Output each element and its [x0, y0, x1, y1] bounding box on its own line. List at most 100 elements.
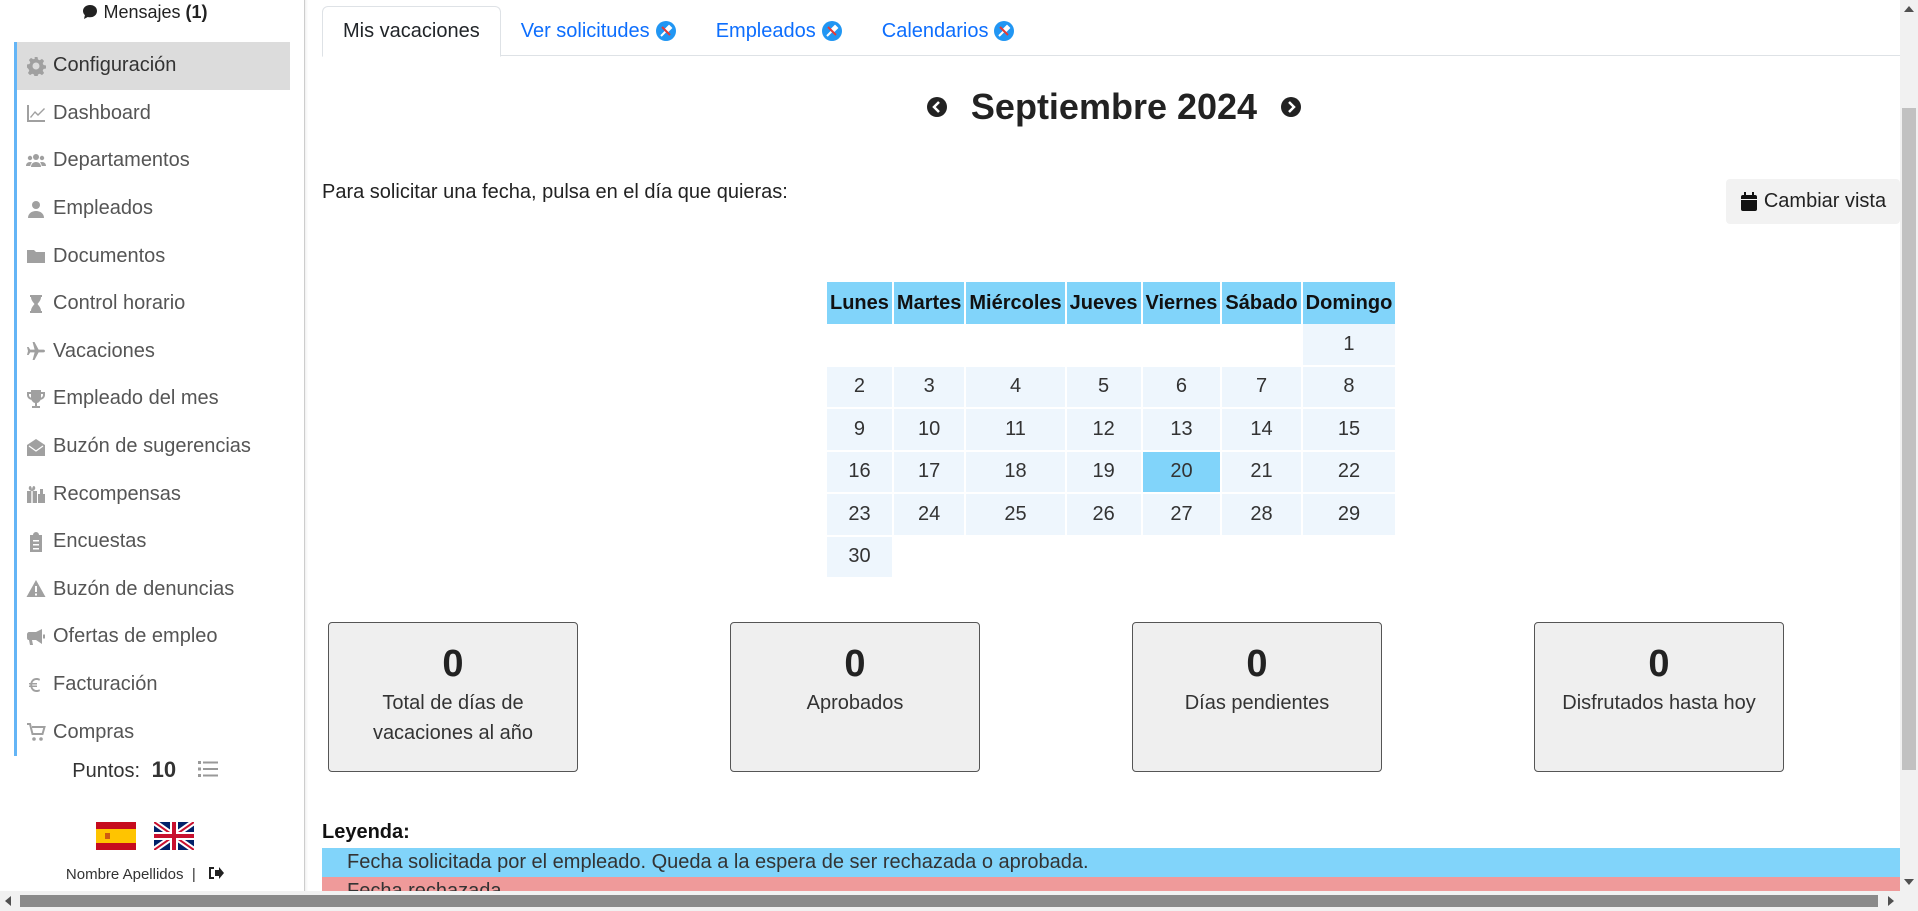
sidebar-item-vacaciones[interactable]: Vacaciones [17, 328, 290, 376]
calendar-day[interactable]: 3 [893, 366, 965, 409]
next-month-icon[interactable] [1281, 97, 1302, 117]
megaphone-icon [25, 626, 47, 648]
sidebar-item-recompensas[interactable]: Recompensas [17, 470, 290, 518]
calendar-day[interactable]: 25 [966, 494, 1065, 537]
calendar-day[interactable]: 10 [893, 409, 965, 452]
sidebar-item-encuestas[interactable]: Encuestas [17, 518, 290, 566]
horizontal-scrollbar[interactable] [0, 891, 1918, 911]
trophy-icon [25, 388, 47, 410]
warning-icon [25, 578, 47, 600]
calendar-day[interactable]: 9 [827, 409, 892, 452]
sidebar-item-empleado-del-mes[interactable]: Empleado del mes [17, 375, 290, 423]
calendar-day[interactable]: 27 [1142, 494, 1221, 537]
change-view-label: Cambiar vista [1763, 190, 1887, 212]
calendar-week-row: 1 [827, 324, 1396, 367]
tab-label: Calendarios [881, 19, 989, 42]
logout-icon[interactable] [208, 866, 225, 880]
list-icon[interactable] [197, 760, 218, 784]
sidebar: Mensajes (1) Configuración Dashboard Depar… [0, 0, 308, 891]
calendar-day[interactable]: 17 [893, 451, 965, 494]
sidebar-item-label: Ofertas de empleo [53, 625, 218, 648]
user-name[interactable]: Nombre Apellidos [66, 866, 184, 883]
calendar-day[interactable]: 14 [1222, 409, 1301, 452]
admin-tools-icon [655, 21, 676, 41]
sidebar-item-empleados[interactable]: Empleados [17, 185, 290, 233]
calendar-day[interactable]: 30 [827, 536, 892, 579]
scroll-up-arrow[interactable] [1904, 6, 1914, 12]
tab-empleados[interactable]: Empleados [696, 6, 862, 56]
messages-label: Mensajes [103, 2, 181, 22]
sidebar-item-ofertas-de-empleo[interactable]: Ofertas de empleo [17, 613, 290, 661]
admin-tools-icon [994, 21, 1015, 41]
sidebar-item-documentos[interactable]: Documentos [17, 232, 290, 280]
scroll-right-arrow[interactable] [1888, 896, 1894, 906]
calendar-day[interactable]: 24 [893, 494, 965, 537]
sidebar-item-dashboard[interactable]: Dashboard [17, 90, 290, 138]
messages-link[interactable]: Mensajes (1) [0, 0, 290, 24]
plane-icon [25, 340, 47, 362]
calendar-empty-cell [1222, 537, 1301, 579]
sidebar-item-compras[interactable]: Compras [17, 708, 290, 756]
calendar-day[interactable]: 28 [1222, 494, 1301, 537]
calendar-empty-cell [893, 537, 965, 579]
calendar-day[interactable]: 11 [966, 409, 1065, 452]
calendar-day[interactable]: 16 [827, 451, 892, 494]
sidebar-item-buzón-de-denuncias[interactable]: Buzón de denuncias [17, 566, 290, 614]
calendar-day[interactable]: 26 [1066, 494, 1141, 537]
change-view-button[interactable]: Cambiar vista [1726, 179, 1900, 224]
vertical-scroll-thumb[interactable] [1902, 108, 1916, 770]
calendar-day[interactable]: 5 [1066, 366, 1141, 409]
sidebar-item-label: Configuración [53, 54, 177, 77]
calendar-week-row: 16 17 18 19 20 21 22 [827, 451, 1396, 494]
calendar-day[interactable]: 18 [966, 451, 1065, 494]
calendar-empty-cell [827, 324, 892, 367]
sidebar-item-configuración[interactable]: Configuración [17, 42, 290, 90]
calendar-day[interactable]: 7 [1222, 366, 1301, 409]
calendar-day[interactable]: 29 [1302, 494, 1396, 537]
calendar-day[interactable]: 8 [1302, 366, 1396, 409]
calendar-day[interactable]: 19 [1066, 451, 1141, 494]
sidebar-item-label: Empleados [53, 197, 154, 220]
language-selector [0, 822, 290, 850]
calendar-empty-cell [1066, 324, 1141, 367]
sidebar-item-facturación[interactable]: Facturación [17, 661, 290, 709]
calendar-day[interactable]: 15 [1302, 409, 1396, 452]
calendar-day[interactable]: 12 [1066, 409, 1141, 452]
calendar-day[interactable]: 20 [1142, 451, 1221, 494]
spain-flag-icon[interactable] [96, 822, 136, 850]
user-line: Nombre Apellidos | [0, 866, 290, 883]
calendar-day[interactable]: 1 [1302, 324, 1396, 367]
tab-calendarios[interactable]: Calendarios [862, 6, 1035, 56]
calendar-day[interactable]: 6 [1142, 366, 1221, 409]
calendar-day[interactable]: 22 [1302, 451, 1396, 494]
sidebar-item-label: Facturación [53, 673, 158, 696]
chart-line-icon [25, 102, 47, 124]
gifts-icon [25, 483, 47, 505]
prev-month-icon[interactable] [926, 97, 947, 117]
weekday-header: Viernes [1142, 282, 1221, 324]
tab-mis-vacaciones[interactable]: Mis vacaciones [322, 6, 501, 57]
scroll-left-arrow[interactable] [5, 896, 11, 906]
calendar-empty-cell [893, 324, 965, 367]
calendar-day[interactable]: 13 [1142, 409, 1221, 452]
scroll-down-arrow[interactable] [1904, 879, 1914, 885]
tab-bar: Mis vacaciones Ver solicitudes Empleados Ca… [322, 6, 1900, 57]
sidebar-item-departamentos[interactable]: Departamentos [17, 137, 290, 185]
horizontal-scroll-thumb[interactable] [20, 895, 1878, 907]
calendar-day[interactable]: 23 [827, 494, 892, 537]
uk-flag-icon[interactable] [154, 822, 194, 850]
stat-label: Disfrutados hasta hoy [1562, 692, 1756, 714]
calendar-empty-cell [1142, 324, 1221, 367]
calendar-day[interactable]: 21 [1222, 451, 1301, 494]
vertical-scrollbar[interactable] [1900, 0, 1918, 891]
calendar-day[interactable]: 2 [827, 366, 892, 409]
calendar-day[interactable]: 4 [966, 366, 1065, 409]
stat-value: 0 [1648, 643, 1670, 685]
tab-ver-solicitudes[interactable]: Ver solicitudes [501, 6, 696, 56]
sidebar-shadow [304, 0, 308, 891]
sidebar-item-buzón-de-sugerencias[interactable]: Buzón de sugerencias [17, 423, 290, 471]
weekday-header: Sábado [1222, 282, 1301, 324]
sidebar-item-label: Recompensas [53, 482, 181, 505]
sidebar-item-control-horario[interactable]: Control horario [17, 280, 290, 328]
calendar-week-row: 2345678 [827, 366, 1396, 409]
